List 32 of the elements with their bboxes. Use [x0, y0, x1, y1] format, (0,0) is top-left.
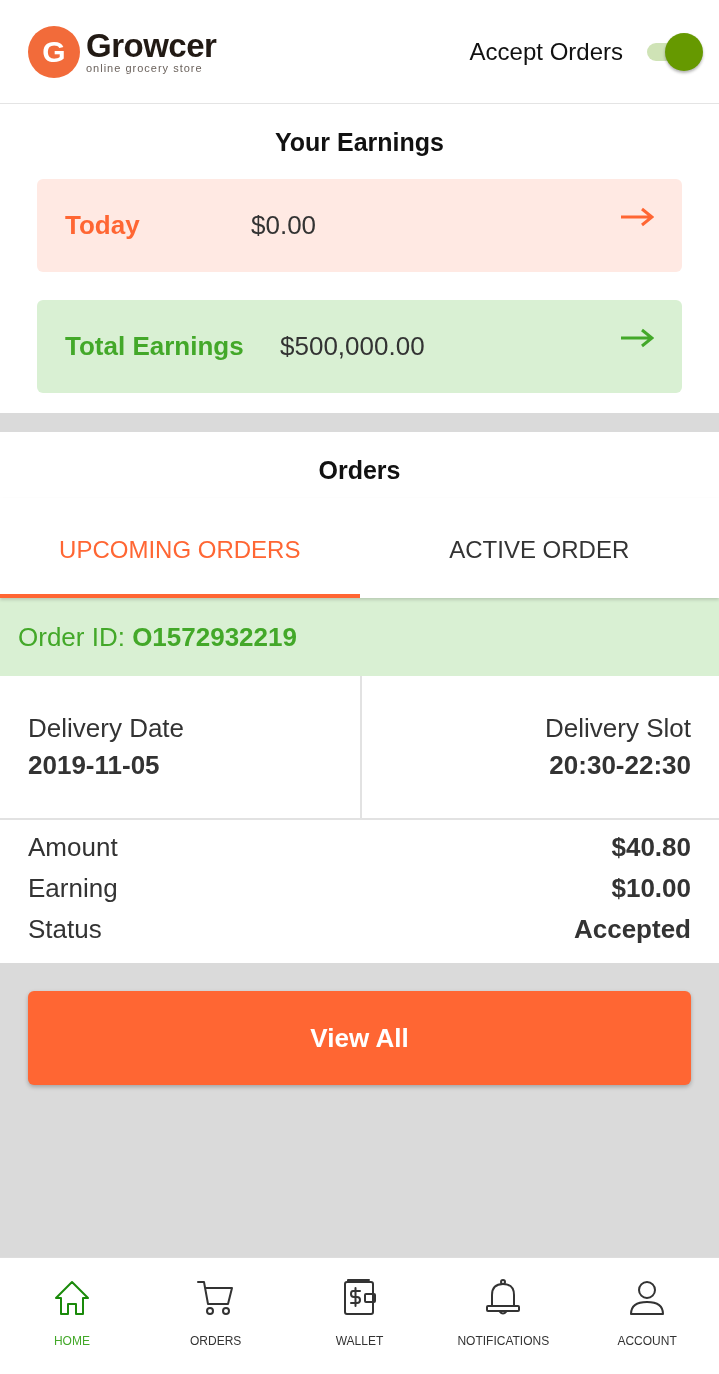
- detail-value: $10.00: [611, 873, 691, 904]
- delivery-date-label: Delivery Date: [28, 713, 186, 744]
- accept-orders-label: Accept Orders: [469, 37, 623, 66]
- nav-item[interactable]: ACCOUNT: [575, 1258, 719, 1374]
- earnings-amount: $0.00: [251, 210, 318, 241]
- detail-value: $40.80: [611, 832, 691, 863]
- brand-tagline: online grocery store: [86, 62, 204, 74]
- arrow-right-icon[interactable]: [620, 206, 654, 227]
- section-title: Your Earnings: [274, 128, 445, 157]
- brand-name: Growcer: [86, 29, 217, 62]
- earnings-label: Today: [65, 210, 141, 241]
- accept-orders-toggle[interactable]: [645, 31, 703, 72]
- earnings-card[interactable]: Today $0.00: [37, 179, 682, 272]
- nav-item[interactable]: NOTIFICATIONS: [431, 1258, 576, 1374]
- logo-mark: G: [28, 25, 80, 78]
- cart-icon: [195, 1278, 236, 1318]
- detail-label: Earning: [28, 873, 118, 904]
- order-id: Order ID: O1572932219: [18, 621, 297, 653]
- nav-item[interactable]: WALLET: [287, 1258, 432, 1374]
- detail-label: Status: [28, 914, 102, 945]
- delivery-slot: 20:30-22:30: [549, 750, 691, 781]
- delivery-date: 2019-11-05: [28, 750, 161, 781]
- detail-label: Amount: [28, 832, 118, 863]
- delivery-slot-label: Delivery Slot: [545, 713, 691, 744]
- earnings-amount: $500,000.00: [280, 331, 426, 362]
- earnings-card[interactable]: Total Earnings $500,000.00: [37, 300, 682, 393]
- orders-tab[interactable]: ACTIVE ORDER: [359, 498, 719, 598]
- arrow-right-icon[interactable]: [620, 327, 654, 348]
- detail-value: Accepted: [573, 914, 691, 945]
- nav-item[interactable]: ORDERS: [143, 1258, 288, 1374]
- section-title: Orders: [317, 455, 402, 486]
- earnings-label: Total Earnings: [65, 331, 245, 362]
